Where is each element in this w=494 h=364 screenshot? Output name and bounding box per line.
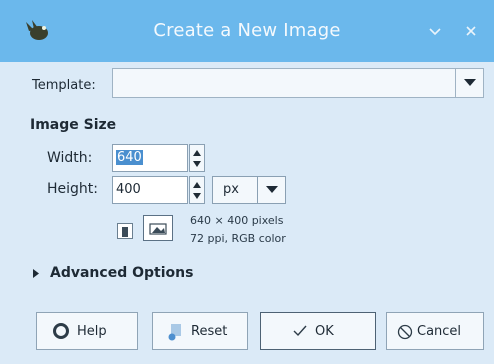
width-label: Width: — [47, 150, 93, 166]
landscape-orientation-button[interactable] — [143, 215, 173, 241]
cancel-label: Cancel — [417, 324, 462, 339]
advanced-options-expander[interactable]: Advanced Options — [50, 265, 193, 281]
title-bar: Create a New Image — [0, 0, 494, 62]
image-dimensions-info: 640 × 400 pixels — [190, 214, 284, 227]
height-spinner[interactable] — [189, 176, 205, 204]
help-lifebuoy-icon — [53, 323, 69, 339]
cancel-icon — [397, 324, 413, 340]
image-resolution-info: 72 ppi, RGB color — [190, 232, 286, 245]
width-spinner[interactable] — [189, 144, 205, 172]
unit-value: px — [223, 182, 239, 197]
checkmark-icon — [293, 325, 307, 337]
width-value: 640 — [116, 150, 143, 165]
height-input[interactable]: 400 — [112, 176, 188, 204]
dropdown-arrow-icon — [266, 186, 278, 193]
dropdown-arrow-icon — [464, 79, 476, 86]
close-icon[interactable] — [464, 24, 478, 38]
landscape-icon — [149, 223, 167, 235]
template-label: Template: — [32, 78, 96, 93]
template-dropdown-button[interactable] — [455, 69, 483, 97]
ok-label: OK — [315, 324, 334, 339]
spin-up-icon[interactable] — [193, 182, 201, 188]
image-size-heading: Image Size — [30, 117, 117, 133]
help-button[interactable]: Help — [36, 312, 138, 350]
ok-button[interactable]: OK — [260, 312, 376, 350]
reset-button[interactable]: Reset — [152, 312, 248, 350]
reset-icon — [168, 324, 181, 341]
help-label: Help — [77, 324, 107, 339]
height-value: 400 — [116, 182, 141, 197]
expander-arrow-icon[interactable] — [32, 269, 40, 278]
spin-up-icon[interactable] — [193, 150, 201, 156]
portrait-icon — [122, 227, 128, 237]
spin-down-icon[interactable] — [193, 193, 201, 199]
height-label: Height: — [47, 181, 98, 197]
template-combo[interactable] — [112, 68, 484, 98]
unit-dropdown-button[interactable] — [257, 177, 285, 203]
cancel-button[interactable]: Cancel — [386, 312, 484, 350]
spin-down-icon[interactable] — [193, 161, 201, 167]
unit-combo[interactable]: px — [212, 176, 286, 204]
window-title: Create a New Image — [153, 20, 341, 41]
portrait-orientation-button[interactable] — [117, 223, 133, 239]
reset-label: Reset — [191, 324, 228, 339]
width-input[interactable]: 640 — [112, 144, 188, 172]
minimize-chevron-icon[interactable] — [428, 24, 442, 38]
